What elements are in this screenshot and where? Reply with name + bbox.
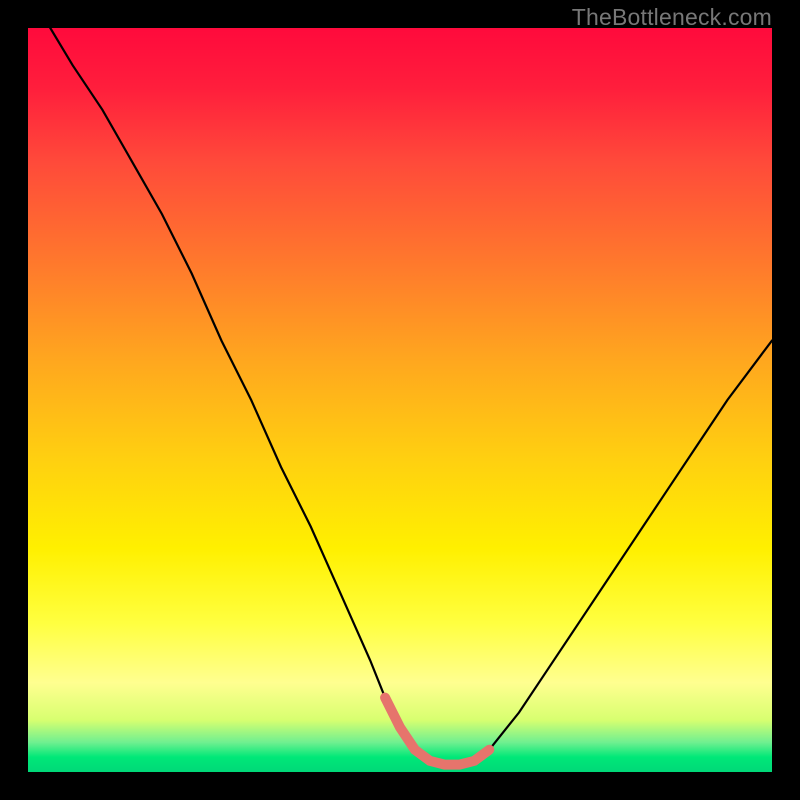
watermark-text: TheBottleneck.com xyxy=(572,4,772,31)
gradient-plot-area xyxy=(28,28,772,772)
bottleneck-curve xyxy=(28,28,772,765)
curve-highlight-segment xyxy=(385,698,489,765)
curve-svg xyxy=(28,28,772,772)
